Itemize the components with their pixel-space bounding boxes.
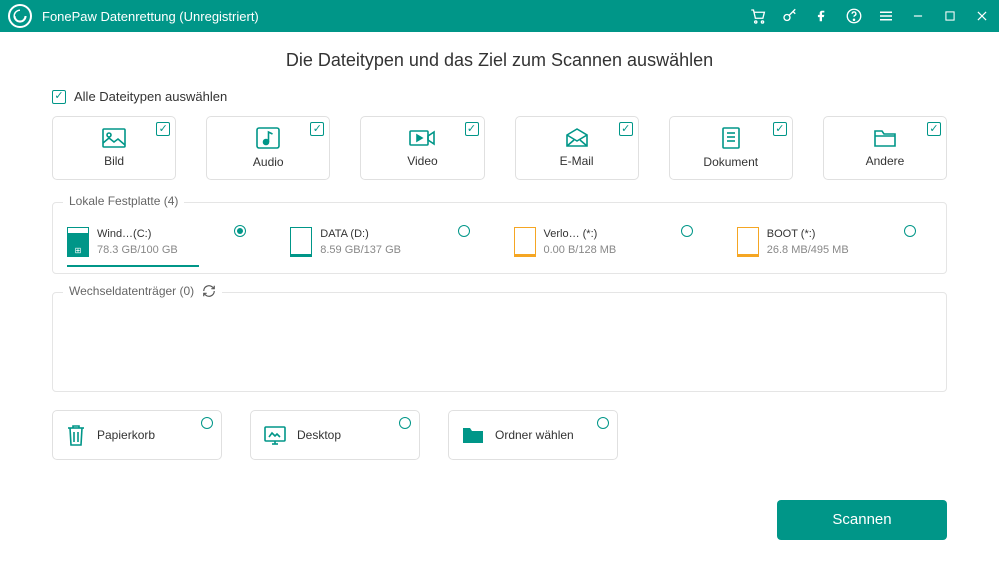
drive-radio[interactable]	[458, 225, 470, 237]
type-label: Bild	[104, 154, 124, 168]
local-disk-legend: Lokale Festplatte (4)	[63, 194, 184, 208]
select-all-checkbox[interactable]: ✓	[52, 90, 66, 104]
type-card-email[interactable]: ✓ E-Mail	[515, 116, 639, 180]
type-checkbox[interactable]: ✓	[773, 122, 787, 136]
type-card-audio[interactable]: ✓ Audio	[206, 116, 330, 180]
maximize-icon[interactable]	[941, 9, 959, 23]
type-checkbox[interactable]: ✓	[310, 122, 324, 136]
removable-legend: Wechseldatenträger (0)	[63, 284, 222, 298]
drive-info: Wind…(C:)78.3 GB/100 GB	[97, 227, 178, 259]
window-toolbar	[749, 7, 991, 25]
document-icon	[721, 127, 741, 149]
location-radio[interactable]	[597, 417, 609, 429]
removable-disk-group: Wechseldatenträger (0)	[52, 292, 947, 392]
location-recycle[interactable]: Papierkorb	[52, 410, 222, 460]
minimize-icon[interactable]	[909, 9, 927, 23]
cart-icon[interactable]	[749, 7, 767, 25]
location-label: Desktop	[297, 428, 341, 442]
drive-icon: ⊞	[67, 227, 89, 257]
menu-icon[interactable]	[877, 7, 895, 25]
type-label: E-Mail	[560, 154, 594, 168]
drive-item[interactable]: Verlo… (*:)0.00 B/128 MB	[514, 227, 709, 259]
type-checkbox[interactable]: ✓	[156, 122, 170, 136]
local-disk-group: Lokale Festplatte (4) ⊞Wind…(C:)78.3 GB/…	[52, 202, 947, 274]
drive-size: 0.00 B/128 MB	[544, 243, 617, 259]
help-icon[interactable]	[845, 7, 863, 25]
drives-list: ⊞ Wind…(C:)78.3 GB/100 GB DATA (D:)8.59 GB…	[67, 227, 932, 259]
type-label: Dokument	[703, 155, 758, 169]
drive-item[interactable]: ⊞ Wind…(C:)78.3 GB/100 GB	[67, 227, 262, 259]
type-label: Video	[407, 154, 437, 168]
drive-radio[interactable]	[904, 225, 916, 237]
filetype-grid: ✓ Bild ✓ Audio ✓ Video ✓ E-Mail ✓ Dokume…	[52, 116, 947, 180]
drive-size: 78.3 GB/100 GB	[97, 243, 178, 259]
drive-name: Wind…(C:)	[97, 227, 178, 243]
page-heading: Die Dateitypen und das Ziel zum Scannen …	[52, 50, 947, 71]
drive-icon	[514, 227, 536, 257]
refresh-icon[interactable]	[202, 284, 216, 298]
drive-info: DATA (D:)8.59 GB/137 GB	[320, 227, 401, 259]
type-checkbox[interactable]: ✓	[465, 122, 479, 136]
drive-item[interactable]: BOOT (*:)26.8 MB/495 MB	[737, 227, 932, 259]
type-label: Andere	[866, 154, 905, 168]
folder-icon	[461, 425, 485, 445]
location-label: Ordner wählen	[495, 428, 574, 442]
trash-icon	[65, 423, 87, 447]
location-label: Papierkorb	[97, 428, 155, 442]
location-radio[interactable]	[399, 417, 411, 429]
select-all-row[interactable]: ✓ Alle Dateitypen auswählen	[52, 89, 947, 104]
app-logo-icon	[8, 4, 32, 28]
drive-info: Verlo… (*:)0.00 B/128 MB	[544, 227, 617, 259]
removable-empty	[67, 317, 932, 377]
image-icon	[102, 128, 126, 148]
key-icon[interactable]	[781, 7, 799, 25]
drive-radio[interactable]	[681, 225, 693, 237]
drive-info: BOOT (*:)26.8 MB/495 MB	[767, 227, 849, 259]
drive-size: 26.8 MB/495 MB	[767, 243, 849, 259]
type-card-andere[interactable]: ✓ Andere	[823, 116, 947, 180]
drive-name: BOOT (*:)	[767, 227, 849, 243]
drive-radio[interactable]	[234, 225, 246, 237]
window-title: FonePaw Datenrettung (Unregistriert)	[42, 9, 749, 24]
drive-selected-underline	[67, 265, 199, 267]
location-folder[interactable]: Ordner wählen	[448, 410, 618, 460]
type-checkbox[interactable]: ✓	[927, 122, 941, 136]
desktop-icon	[263, 425, 287, 445]
drive-icon	[737, 227, 759, 257]
drive-item[interactable]: DATA (D:)8.59 GB/137 GB	[290, 227, 485, 259]
drive-size: 8.59 GB/137 GB	[320, 243, 401, 259]
drive-name: DATA (D:)	[320, 227, 401, 243]
folder-icon	[873, 128, 897, 148]
drive-icon	[290, 227, 312, 257]
type-card-video[interactable]: ✓ Video	[360, 116, 484, 180]
scan-row: Scannen	[52, 500, 947, 540]
email-icon	[565, 128, 589, 148]
facebook-icon[interactable]	[813, 7, 831, 25]
drive-name: Verlo… (*:)	[544, 227, 617, 243]
location-radio[interactable]	[201, 417, 213, 429]
video-icon	[409, 128, 435, 148]
audio-icon	[256, 127, 280, 149]
select-all-label: Alle Dateitypen auswählen	[74, 89, 227, 104]
location-desktop[interactable]: Desktop	[250, 410, 420, 460]
type-checkbox[interactable]: ✓	[619, 122, 633, 136]
title-bar: FonePaw Datenrettung (Unregistriert)	[0, 0, 999, 32]
locations-row: Papierkorb Desktop Ordner wählen	[52, 410, 947, 460]
type-label: Audio	[253, 155, 284, 169]
type-card-bild[interactable]: ✓ Bild	[52, 116, 176, 180]
main-content: Die Dateitypen und das Ziel zum Scannen …	[0, 32, 999, 558]
type-card-dokument[interactable]: ✓ Dokument	[669, 116, 793, 180]
close-icon[interactable]	[973, 9, 991, 23]
scan-button[interactable]: Scannen	[777, 500, 947, 540]
